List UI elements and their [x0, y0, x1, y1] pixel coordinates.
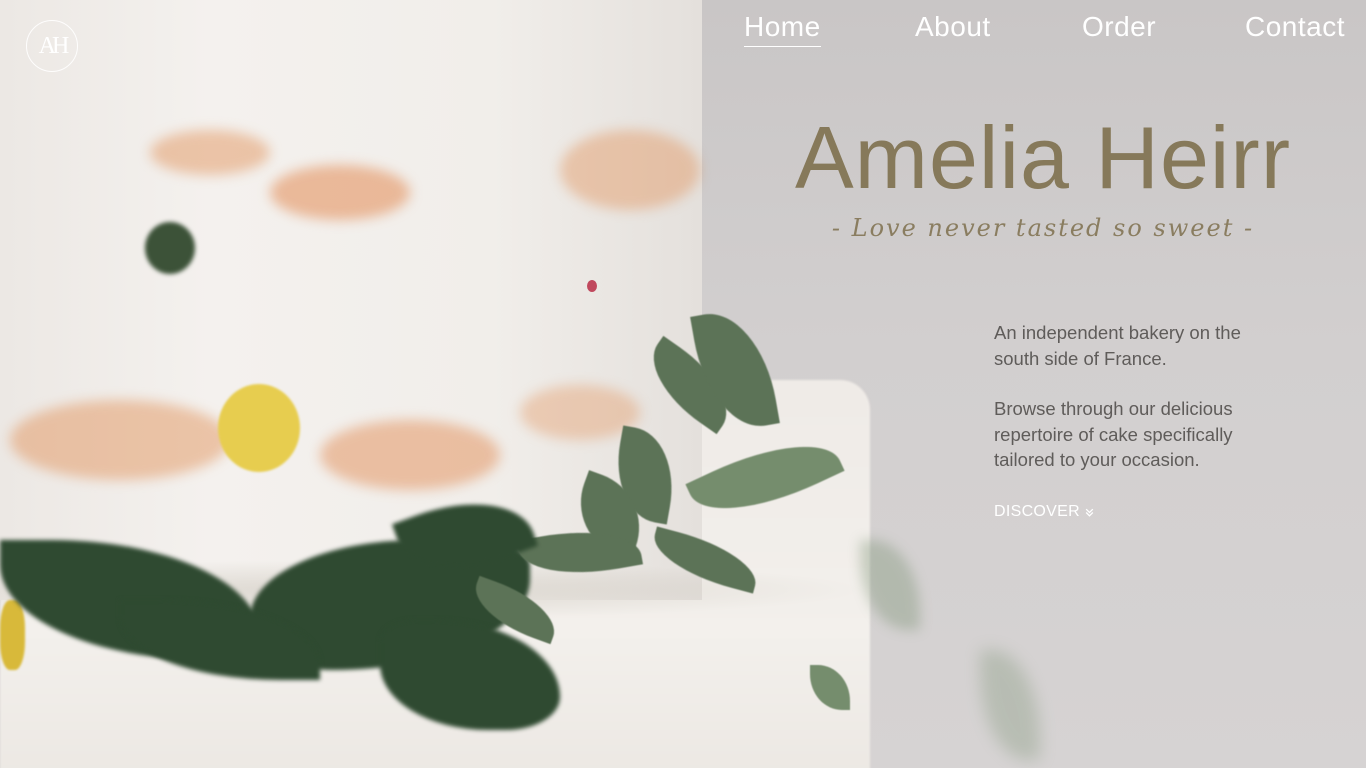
double-chevron-down-icon	[1085, 508, 1094, 517]
discover-link[interactable]: DISCOVER	[994, 503, 1095, 521]
intro-text: An independent bakery on the south side …	[994, 320, 1274, 498]
main-nav: Home About Order Contact	[744, 10, 1345, 50]
logo-monogram: AH	[38, 33, 70, 59]
logo[interactable]: AH	[26, 20, 78, 72]
nav-link-home[interactable]: Home	[744, 10, 821, 47]
intro-paragraph-1: An independent bakery on the south side …	[994, 322, 1241, 369]
discover-label: DISCOVER	[994, 503, 1080, 520]
nav-link-order[interactable]: Order	[1082, 10, 1156, 44]
intro-paragraph-2: Browse through our delicious repertoire …	[994, 398, 1233, 470]
nav-link-about[interactable]: About	[915, 10, 991, 44]
brand-title: Amelia Heirr	[794, 108, 1292, 207]
nav-link-contact[interactable]: Contact	[1245, 10, 1345, 44]
brand-tagline: - Love never tasted so sweet -	[831, 214, 1255, 242]
